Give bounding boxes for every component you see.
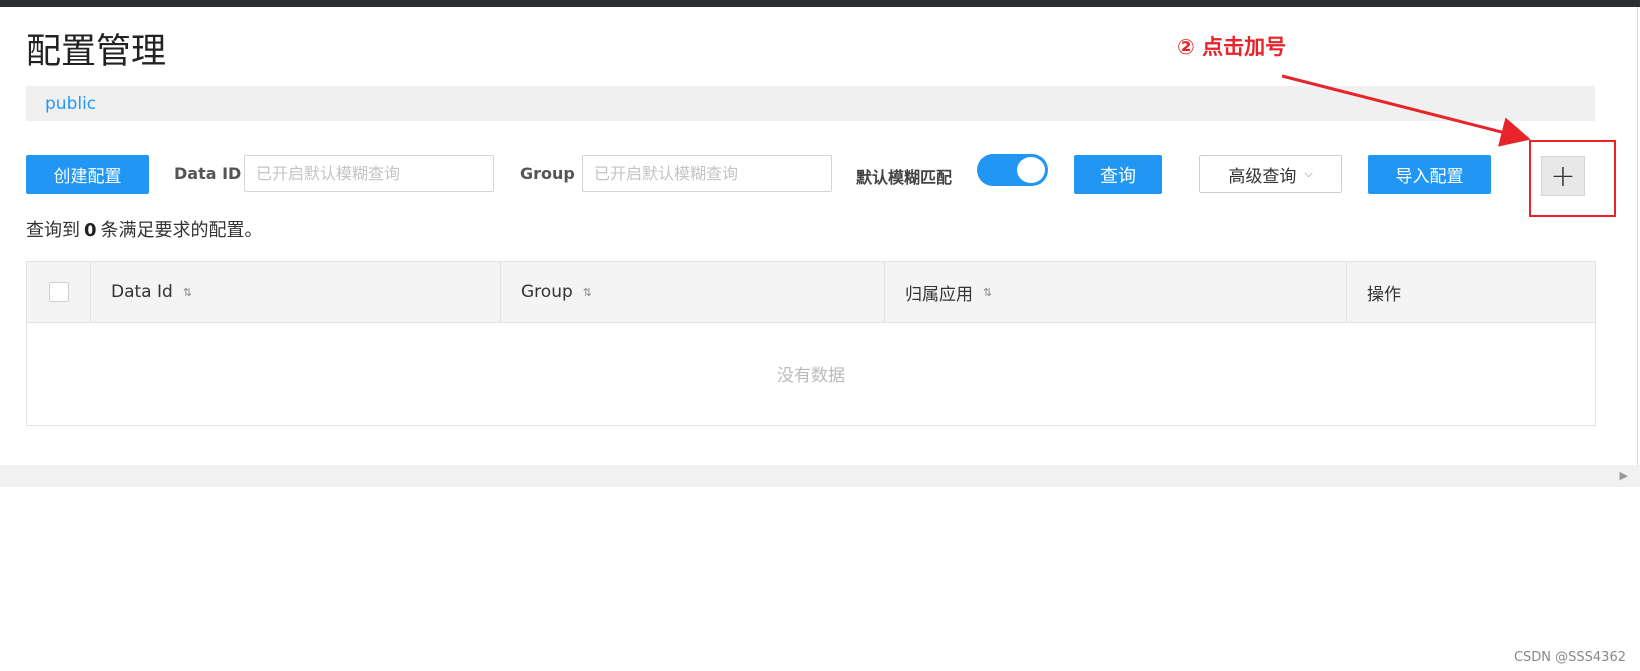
result-suffix: 条满足要求的配置。 xyxy=(100,220,263,241)
sort-icon[interactable]: ⇅ xyxy=(983,286,992,299)
column-label: Data Id xyxy=(111,282,173,302)
result-summary: 查询到 0 条满足要求的配置。 xyxy=(26,216,263,242)
column-label: Group xyxy=(521,282,573,302)
column-label: 操作 xyxy=(1367,284,1401,305)
result-count: 0 xyxy=(84,220,97,241)
column-header-app[interactable]: 归属应用 ⇅ xyxy=(885,262,1347,322)
column-header-group[interactable]: Group ⇅ xyxy=(501,262,885,322)
config-table: Data Id ⇅ Group ⇅ 归属应用 ⇅ 操作 没有数据 xyxy=(26,261,1596,426)
table-header: Data Id ⇅ Group ⇅ 归属应用 ⇅ 操作 xyxy=(27,262,1595,323)
column-header-operations: 操作 xyxy=(1347,262,1595,322)
scroll-right-icon[interactable]: ▶ xyxy=(1620,469,1628,482)
sort-icon[interactable]: ⇅ xyxy=(183,286,192,299)
empty-state-text: 没有数据 xyxy=(777,366,845,386)
column-header-data-id[interactable]: Data Id ⇅ xyxy=(91,262,501,322)
column-label: 归属应用 xyxy=(905,284,973,305)
sort-icon[interactable]: ⇅ xyxy=(583,286,592,299)
header-checkbox-cell xyxy=(27,262,91,322)
result-prefix: 查询到 xyxy=(26,220,80,241)
watermark: CSDN @SSS4362 xyxy=(1513,650,1626,665)
select-all-checkbox[interactable] xyxy=(48,282,69,302)
horizontal-scrollbar[interactable]: ▶ xyxy=(0,465,1640,487)
